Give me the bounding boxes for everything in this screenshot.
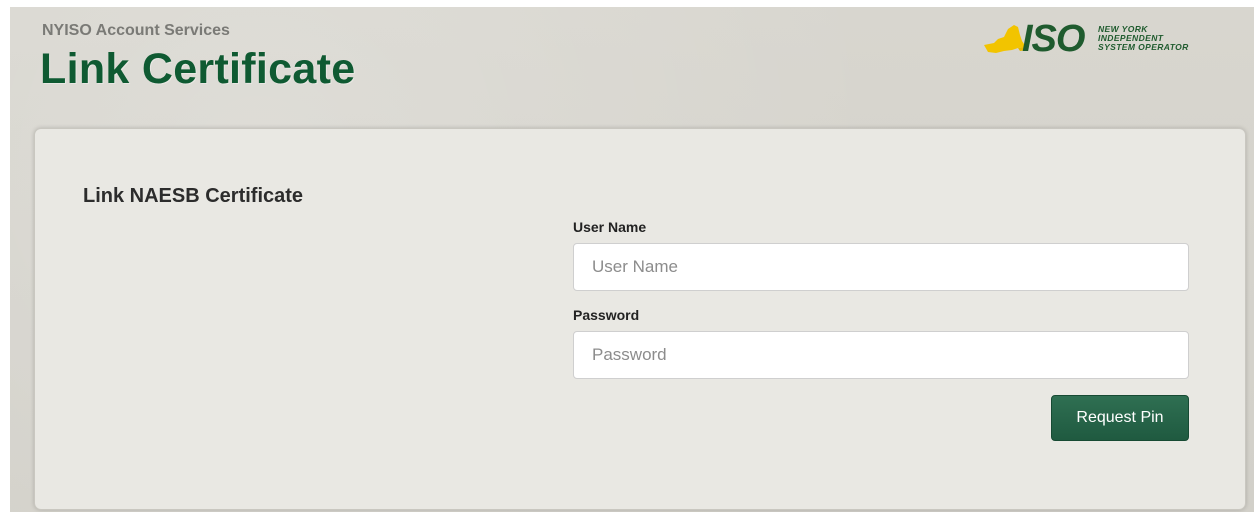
app-subtitle: NYISO Account Services (42, 22, 230, 39)
form-actions: Request Pin (1051, 395, 1189, 441)
link-certificate-form: User Name Password Request Pin (573, 219, 1189, 441)
logo-mark: ISO (1022, 18, 1085, 60)
password-label: Password (573, 307, 640, 323)
panel-title: Link NAESB Certificate (83, 185, 304, 207)
logo-line-3: SYSTEM OPERATOR (1098, 42, 1189, 52)
username-label: User Name (573, 219, 647, 235)
username-input[interactable] (573, 243, 1189, 291)
page-title: Link Certificate (40, 45, 356, 93)
link-certificate-panel: Link NAESB Certificate User Name Passwor… (34, 128, 1246, 510)
page-background: NYISO Account Services Link Certificate … (10, 7, 1254, 512)
password-input[interactable] (573, 331, 1189, 379)
request-pin-button[interactable]: Request Pin (1051, 395, 1189, 441)
logo-wordmark: NEW YORK INDEPENDENT SYSTEM OPERATOR (1098, 25, 1189, 52)
nyiso-logo: ISO NEW YORK INDEPENDENT SYSTEM OPERATOR (982, 19, 1232, 59)
